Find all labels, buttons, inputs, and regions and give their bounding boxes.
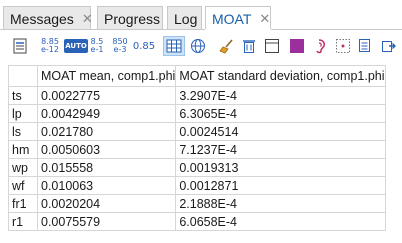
close-icon[interactable]: ✕ [259,11,270,27]
row-label: fr1 [8,194,38,213]
select-region-icon[interactable] [334,36,352,56]
table-header-row: MOAT mean, comp1.phi MOAT standard devia… [8,65,386,87]
table-cell[interactable]: 0.0020204 [36,194,177,213]
corner-cell [8,65,38,87]
ear-icon[interactable] [310,36,328,56]
tab-label: MOAT [212,10,252,27]
table-row: ls 0.021780 0.0024514 [8,122,386,141]
broom-icon[interactable] [218,36,236,56]
table-cell[interactable]: 6.0658E-4 [175,212,386,231]
table-row: r1 0.0075579 6.0658E-4 [8,212,386,231]
table-view-icon[interactable] [11,36,29,56]
table-cell[interactable]: 0.0024514 [175,122,386,141]
row-label: hm [8,140,38,159]
tab-messages[interactable]: Messages ✕ [3,6,93,30]
table-cell[interactable]: 0.0050603 [36,140,177,159]
tab-progress[interactable]: Progress [97,6,163,30]
row-label: r1 [8,212,38,231]
tab-strip: Messages ✕ Progress Log MOAT ✕ [0,0,402,30]
table-cell[interactable]: 0.010063 [36,176,177,195]
row-label: lp [8,104,38,123]
format-scientific-button[interactable]: 8.85 e-12 [38,36,62,56]
row-label: ls [8,122,38,141]
tab-label: Messages [10,10,74,27]
table-row: wf 0.010063 0.0012871 [8,176,386,195]
table-cell[interactable]: 0.021780 [36,122,177,141]
color-table-icon[interactable] [288,36,306,56]
table-cell[interactable]: 0.0019313 [175,158,386,177]
table-cell[interactable]: 6.3065E-4 [175,104,386,123]
row-label: wp [8,158,38,177]
row-label: ts [8,86,38,105]
column-header[interactable]: MOAT standard deviation, comp1.phi [175,65,386,87]
close-icon[interactable]: ✕ [82,11,93,27]
table-row: lp 0.0042949 6.3065E-4 [8,104,386,123]
copy-table-icon[interactable] [357,36,375,56]
column-header[interactable]: MOAT mean, comp1.phi [36,65,177,87]
globe-icon[interactable] [188,36,208,56]
tab-label: Progress [104,10,161,27]
table-row: fr1 0.0020204 2.1888E-4 [8,194,386,213]
export-icon[interactable] [380,36,398,56]
format-fixed-button[interactable]: 850 e-3 [110,36,130,56]
table-row: ts 0.0022775 3.2907E-4 [8,86,386,105]
tab-label: Log [174,10,198,27]
table-cell[interactable]: 0.0022775 [36,86,177,105]
table-cell[interactable]: 0.0012871 [175,176,386,195]
table-cell[interactable]: 2.1888E-4 [175,194,386,213]
table-row: wp 0.015558 0.0019313 [8,158,386,177]
panel-icon[interactable] [263,36,281,56]
auto-format-button[interactable]: AUTO [64,36,88,56]
row-label: wf [8,176,38,195]
grid-view-icon[interactable] [163,36,185,56]
trash-icon[interactable] [240,36,258,56]
tab-log[interactable]: Log [167,6,202,30]
toolbar: 8.85 e-12 AUTO 8.5 e-1 850 e-3 0.85 [0,30,402,62]
tab-moat[interactable]: MOAT ✕ [205,6,271,30]
table-cell[interactable]: 0.0042949 [36,104,177,123]
precision-button[interactable]: 0.85 [133,36,155,56]
table-cell[interactable]: 0.015558 [36,158,177,177]
table-cell[interactable]: 0.0075579 [36,212,177,231]
format-engineering-button[interactable]: 8.5 e-1 [88,36,106,56]
results-table: MOAT mean, comp1.phi MOAT standard devia… [8,65,386,231]
table-row: hm 0.0050603 7.1237E-4 [8,140,386,159]
table-cell[interactable]: 7.1237E-4 [175,140,386,159]
table-cell[interactable]: 3.2907E-4 [175,86,386,105]
